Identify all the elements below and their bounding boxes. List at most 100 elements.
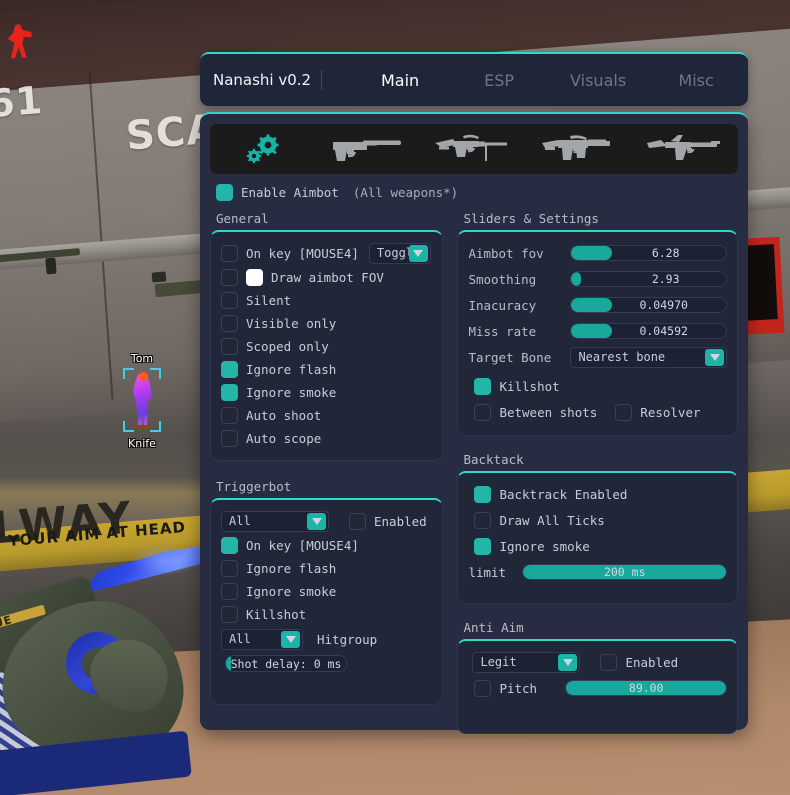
aimbot-fov-value: 6.28 bbox=[651, 246, 680, 260]
backtrack-limit-value: 200 ms bbox=[603, 565, 646, 579]
general-auto-scope-checkbox[interactable] bbox=[221, 430, 238, 447]
aimbot-fov-label: Aimbot fov bbox=[468, 245, 544, 261]
general-ignore-smoke-checkbox[interactable] bbox=[221, 384, 238, 401]
backtrack-limit-slider[interactable]: 200 ms bbox=[522, 564, 727, 580]
general-silent-checkbox[interactable] bbox=[221, 292, 238, 309]
triggerbot-weapon-dropdown[interactable]: All bbox=[221, 510, 329, 532]
general-ignore-flash-label: Ignore flash bbox=[246, 362, 337, 377]
miss-rate-slider[interactable]: 0.04592 bbox=[570, 323, 727, 339]
triggerbot-ignore-smoke-checkbox[interactable] bbox=[221, 583, 238, 600]
anti-aim-enabled-label: Enabled bbox=[625, 654, 679, 670]
inacuracy-slider[interactable]: 0.04970 bbox=[570, 297, 727, 313]
anti-aim-pitch-slider[interactable]: 89.00 bbox=[565, 680, 727, 696]
triggerbot-item-row[interactable]: Ignore flash bbox=[221, 557, 432, 580]
backtrack-enabled-checkbox[interactable] bbox=[474, 485, 492, 503]
esp-box-corner-tr bbox=[150, 368, 161, 379]
chevron-down-icon[interactable] bbox=[558, 653, 578, 671]
chevron-down-icon[interactable] bbox=[281, 630, 300, 648]
killshot-row[interactable]: Killshot bbox=[468, 373, 727, 399]
backtrack-limit-row: limit 200 ms bbox=[468, 559, 727, 585]
between-shots-label: Between shots bbox=[499, 404, 598, 420]
smoothing-slider[interactable]: 2.93 bbox=[570, 271, 727, 287]
enable-aimbot-row[interactable]: Enable Aimbot (All weapons*) bbox=[216, 184, 738, 201]
esp-player-overlay: Tom Knife bbox=[113, 352, 171, 450]
triggerbot-item-row[interactable]: Killshot bbox=[221, 603, 432, 626]
triggerbot-section-title: Triggerbot bbox=[216, 479, 292, 494]
general-item-row[interactable]: Ignore smoke bbox=[221, 381, 432, 404]
chevron-down-icon[interactable] bbox=[307, 512, 326, 530]
esp-player-weapon: Knife bbox=[128, 437, 156, 450]
tab-misc[interactable]: Misc bbox=[648, 71, 744, 90]
general-onkey-mode-dropdown[interactable]: Toggle bbox=[368, 242, 431, 264]
anti-aim-enabled-checkbox[interactable] bbox=[600, 653, 618, 671]
triggerbot-ignore-flash-checkbox[interactable] bbox=[221, 560, 238, 577]
general-item-row[interactable]: Ignore flash bbox=[221, 358, 432, 381]
general-onkey-checkbox[interactable] bbox=[221, 244, 238, 262]
anti-aim-pitch-label: Pitch bbox=[499, 680, 538, 696]
aimbot-fov-slider[interactable]: 6.28 bbox=[570, 245, 727, 261]
backtrack-group: Backtrack Enabled Draw All Ticks Ignore … bbox=[457, 471, 738, 604]
chevron-down-icon[interactable] bbox=[408, 244, 428, 262]
backtrack-draw-all-ticks-checkbox[interactable] bbox=[474, 511, 492, 529]
general-drawfov-row[interactable]: Draw aimbot FOV bbox=[221, 266, 432, 289]
backtrack-item-row[interactable]: Ignore smoke bbox=[468, 533, 727, 559]
triggerbot-shot-delay-slider[interactable]: Shot delay: 0 ms bbox=[225, 655, 347, 672]
triggerbot-enabled-checkbox[interactable] bbox=[349, 512, 366, 530]
general-visible-only-checkbox[interactable] bbox=[221, 315, 238, 332]
general-auto-shoot-label: Auto shoot bbox=[246, 408, 322, 423]
backtrack-item-row[interactable]: Draw All Ticks bbox=[468, 507, 727, 533]
general-section-title: General bbox=[216, 211, 269, 226]
chevron-down-icon[interactable] bbox=[705, 348, 724, 366]
resolver-checkbox[interactable] bbox=[615, 403, 633, 421]
general-auto-scope-label: Auto scope bbox=[246, 431, 322, 446]
general-drawfov-label: Draw aimbot FOV bbox=[271, 270, 384, 285]
weapon-tab-global-settings[interactable] bbox=[210, 134, 316, 164]
enable-aimbot-checkbox[interactable] bbox=[216, 184, 233, 201]
anti-aim-mode-dropdown[interactable]: Legit bbox=[472, 651, 581, 673]
triggerbot-item-row[interactable]: On key [MOUSE4] bbox=[221, 534, 432, 557]
tab-esp[interactable]: ESP bbox=[450, 71, 548, 90]
weapon-tab-smgs[interactable] bbox=[527, 133, 633, 165]
killshot-checkbox[interactable] bbox=[474, 377, 492, 395]
general-item-row[interactable]: Auto scope bbox=[221, 427, 432, 450]
triggerbot-weapon-value: All bbox=[229, 514, 251, 528]
triggerbot-item-row[interactable]: Ignore smoke bbox=[221, 580, 432, 603]
general-item-row[interactable]: Scoped only bbox=[221, 335, 432, 358]
general-item-row[interactable]: Auto shoot bbox=[221, 404, 432, 427]
general-drawfov-checkbox[interactable] bbox=[221, 269, 238, 286]
ak-icon bbox=[645, 134, 725, 164]
tab-visuals[interactable]: Visuals bbox=[548, 71, 648, 90]
general-ignore-smoke-label: Ignore smoke bbox=[246, 385, 337, 400]
weapon-tab-ak[interactable] bbox=[632, 134, 738, 164]
tab-bar: Main ESP Visuals Misc bbox=[322, 71, 744, 90]
target-bone-label: Target Bone bbox=[468, 349, 552, 365]
general-item-row[interactable]: Silent bbox=[221, 289, 432, 312]
backtrack-item-row[interactable]: Backtrack Enabled bbox=[468, 481, 727, 507]
general-silent-label: Silent bbox=[246, 293, 292, 308]
backtrack-ignore-smoke-checkbox[interactable] bbox=[474, 537, 492, 555]
weapon-tab-pistols[interactable] bbox=[316, 134, 422, 164]
weapon-tab-rifles[interactable] bbox=[421, 133, 527, 165]
general-scoped-only-checkbox[interactable] bbox=[221, 338, 238, 355]
general-visible-only-label: Visible only bbox=[246, 316, 337, 331]
triggerbot-killshot-checkbox[interactable] bbox=[221, 606, 238, 623]
triggerbot-hitgroup-label: Hitgroup bbox=[317, 631, 378, 647]
general-drawfov-color-swatch[interactable] bbox=[246, 269, 263, 286]
triggerbot-enabled-label: Enabled bbox=[374, 513, 427, 529]
anti-aim-pitch-checkbox[interactable] bbox=[474, 679, 492, 697]
backtrack-draw-all-ticks-label: Draw All Ticks bbox=[499, 512, 605, 528]
weapon-category-bar bbox=[210, 124, 738, 174]
tab-main[interactable]: Main bbox=[350, 71, 450, 90]
miss-rate-label: Miss rate bbox=[468, 323, 537, 339]
general-item-row[interactable]: Visible only bbox=[221, 312, 432, 335]
between-shots-checkbox[interactable] bbox=[474, 403, 492, 421]
triggerbot-onkey-checkbox[interactable] bbox=[221, 537, 238, 554]
anti-aim-pitch-row: Pitch 89.00 bbox=[468, 675, 727, 701]
general-auto-shoot-checkbox[interactable] bbox=[221, 407, 238, 424]
general-onkey-row[interactable]: On key [MOUSE4] Toggle bbox=[221, 240, 432, 266]
general-ignore-flash-checkbox[interactable] bbox=[221, 361, 238, 378]
target-bone-dropdown[interactable]: Nearest bone bbox=[570, 346, 727, 368]
triggerbot-hitgroup-dropdown[interactable]: All bbox=[221, 628, 303, 650]
anti-aim-mode-value: Legit bbox=[480, 655, 517, 669]
pistol-icon bbox=[329, 134, 407, 164]
